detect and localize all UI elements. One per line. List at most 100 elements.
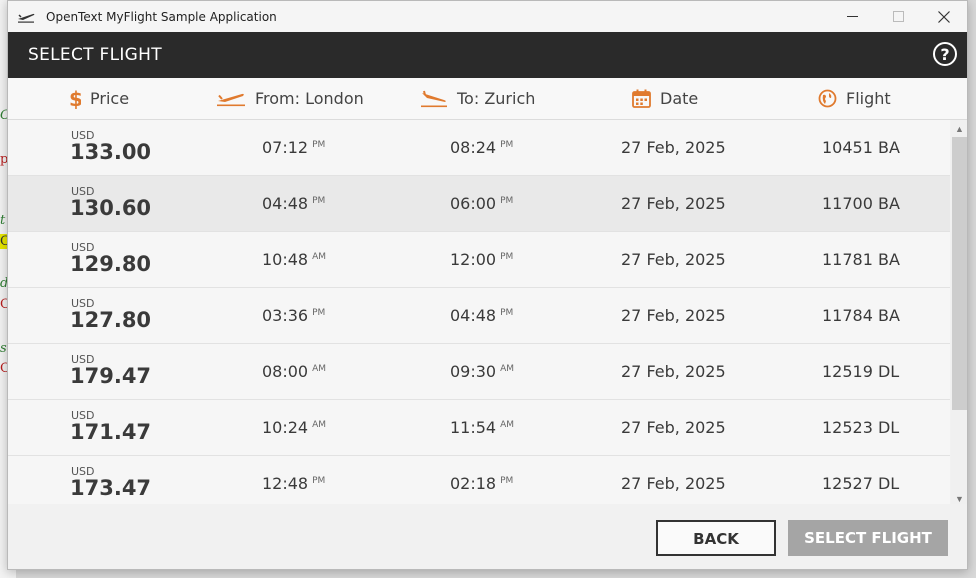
arrival-time: 04:48 PM [450,306,513,325]
departure-time: 12:48 PM [262,474,325,493]
departure-ampm: PM [312,196,326,206]
departure-time-value: 12:48 [262,474,309,493]
arrival-ampm: PM [500,140,514,150]
arrival-ampm: AM [500,364,515,374]
departure-ampm: PM [312,308,326,318]
departure-time-value: 10:24 [262,418,309,437]
column-header-flight[interactable]: Flight [818,78,891,119]
arrival-time-value: 06:00 [450,194,497,213]
column-header-from[interactable]: From: London [216,78,364,119]
column-header-date[interactable]: Date [632,78,698,119]
departure-time: 10:48 AM [262,250,326,269]
flight-date: 27 Feb, 2025 [621,418,726,437]
price-value: 127.80 [70,308,152,332]
column-header-to[interactable]: To: Zurich [420,78,535,119]
arrival-time: 12:00 PM [450,250,513,269]
arrival-ampm: PM [500,308,514,318]
departure-time: 10:24 AM [262,418,326,437]
column-label: To: Zurich [457,89,536,108]
arrival-time-value: 02:18 [450,474,497,493]
globe-icon [818,89,837,108]
minimize-button[interactable] [829,1,875,32]
flight-row[interactable]: USD 133.00 07:12 PM 08:24 PM 27 Feb, 2025 … [8,120,950,176]
arrival-time: 11:54 AM [450,418,514,437]
departure-ampm: AM [312,364,327,374]
flight-row[interactable]: USD 127.80 03:36 PM 04:48 PM 27 Feb, 2025 … [8,288,950,344]
arrival-time-value: 04:48 [450,306,497,325]
flight-row[interactable]: USD 171.47 10:24 AM 11:54 AM 27 Feb, 2025 … [8,400,950,456]
close-button[interactable] [921,1,967,32]
column-header-row: $ Price From: London [8,78,967,120]
departure-ampm: PM [312,140,326,150]
flight-row[interactable]: USD 130.60 04:48 PM 06:00 PM 27 Feb, 2025 … [8,176,950,232]
arrival-ampm: PM [500,252,514,262]
background-text: t [0,213,6,228]
flight-date: 27 Feb, 2025 [621,194,726,213]
departure-time: 04:48 PM [262,194,325,213]
arrival-time: 02:18 PM [450,474,513,493]
arrival-ampm: PM [500,196,514,206]
departure-time-value: 07:12 [262,138,309,157]
arrival-ampm: PM [500,476,514,486]
arrival-time-value: 11:54 [450,418,497,437]
arrival-ampm: AM [500,420,515,430]
flight-number: 10451 BA [822,138,900,157]
minimize-icon [846,16,858,17]
arrival-time: 08:24 PM [450,138,513,157]
column-label: Price [90,89,130,108]
flight-row[interactable]: USD 173.47 12:48 PM 02:18 PM 27 Feb, 2025 … [8,456,950,504]
flight-date: 27 Feb, 2025 [621,250,726,269]
column-label: Flight [846,89,891,108]
flight-number: 12519 DL [822,362,900,381]
departure-time-value: 04:48 [262,194,309,213]
plane-takeoff-icon [18,13,35,23]
page-header: SELECT FLIGHT ? [8,32,967,78]
plane-takeoff-icon [216,91,246,107]
select-flight-button[interactable]: SELECT FLIGHT [788,520,948,556]
price-value: 179.47 [70,364,152,388]
flight-date: 27 Feb, 2025 [621,138,726,157]
price-value: 171.47 [70,420,152,444]
arrival-time-value: 12:00 [450,250,497,269]
list-scrollbar[interactable]: ▲ ▼ [951,120,967,506]
dollar-icon: $ [69,89,81,109]
flight-row[interactable]: USD 179.47 08:00 AM 09:30 AM 27 Feb, 2025 … [8,344,950,400]
action-bar: BACK SELECT FLIGHT [8,504,967,569]
maximize-icon [892,11,904,22]
departure-ampm: PM [312,476,326,486]
flight-date: 27 Feb, 2025 [621,306,726,325]
departure-time-value: 10:48 [262,250,309,269]
price-value: 130.60 [70,196,152,220]
flight-list-panel: $ Price From: London [8,78,967,569]
arrival-time-value: 09:30 [450,362,497,381]
scroll-up-icon[interactable]: ▲ [955,124,964,134]
flight-number: 11784 BA [822,306,900,325]
close-icon [938,10,950,23]
price-value: 133.00 [70,140,152,164]
maximize-button[interactable] [875,1,921,32]
departure-ampm: AM [312,252,327,262]
price-value: 129.80 [70,252,152,276]
calendar-icon [632,89,651,108]
back-button[interactable]: BACK [656,520,776,556]
column-label: From: London [255,89,364,108]
arrival-time: 09:30 AM [450,362,514,381]
departure-ampm: AM [312,420,327,430]
departure-time-value: 03:36 [262,306,309,325]
help-button[interactable]: ? [933,42,957,66]
arrival-time-value: 08:24 [450,138,497,157]
scroll-down-icon[interactable]: ▼ [955,494,964,504]
price-value: 173.47 [70,476,152,500]
app-window: OpenText MyFlight Sample Application SEL… [7,0,968,570]
flight-row[interactable]: USD 129.80 10:48 AM 12:00 PM 27 Feb, 2025 … [8,232,950,288]
page-title: SELECT FLIGHT [28,45,162,65]
help-icon: ? [940,45,950,64]
flight-list: USD 133.00 07:12 PM 08:24 PM 27 Feb, 2025 … [8,120,950,504]
scrollbar-thumb[interactable] [952,137,967,410]
column-header-price[interactable]: $ Price [69,78,129,119]
departure-time: 07:12 PM [262,138,325,157]
departure-time: 08:00 AM [262,362,326,381]
departure-time-value: 08:00 [262,362,309,381]
flight-number: 12523 DL [822,418,900,437]
flight-number: 11781 BA [822,250,900,269]
